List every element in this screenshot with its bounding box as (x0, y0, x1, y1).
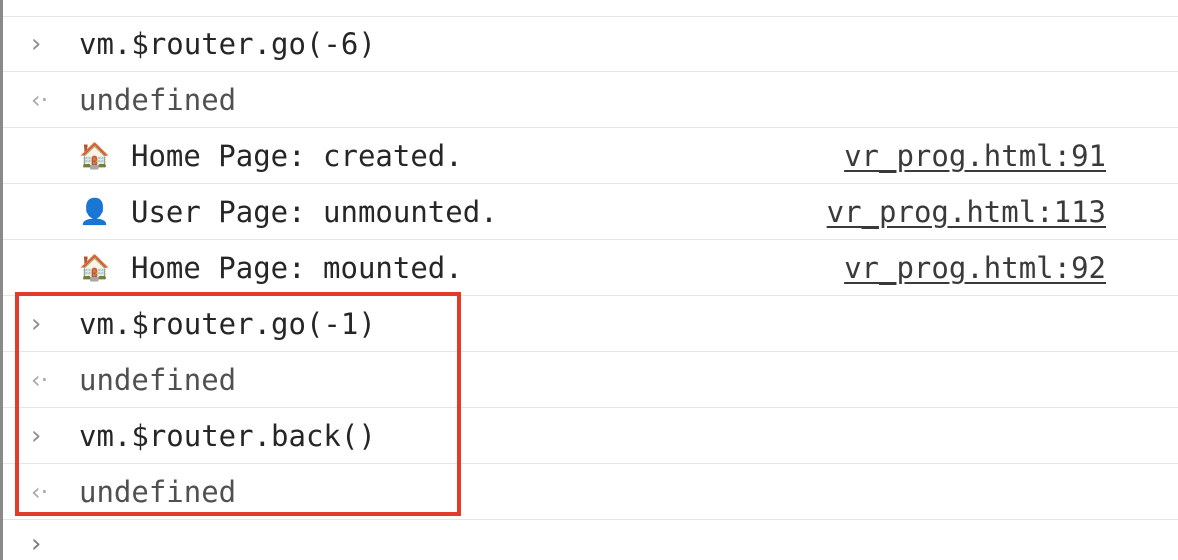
log-message: User Page: unmounted. (131, 195, 498, 229)
result-text: undefined (79, 363, 237, 397)
console-command-row[interactable]: › vm.$router.go(-1) (3, 296, 1178, 352)
console-input-row[interactable]: › (3, 521, 1178, 560)
console-command-row[interactable]: › vm.$router.go(-6) (3, 16, 1178, 72)
log-source-link[interactable]: vr_prog.html:92 (844, 251, 1106, 285)
result-arrow-icon: ‹· (31, 478, 49, 506)
command-prompt-icon: › (31, 309, 42, 339)
console-result-row: ‹· undefined (3, 352, 1178, 408)
result-arrow-icon: ‹· (31, 366, 49, 394)
log-source-link[interactable]: vr_prog.html:91 (844, 139, 1106, 173)
command-text[interactable]: vm.$router.back() (79, 419, 376, 453)
house-emoji-icon: 🏠 (79, 253, 111, 282)
command-prompt-icon: › (31, 29, 42, 59)
console-log-row: 🏠 Home Page: created. vr_prog.html:91 (3, 128, 1178, 184)
result-text: undefined (79, 475, 237, 509)
log-source-link[interactable]: vr_prog.html:113 (827, 195, 1106, 229)
log-message: Home Page: mounted. (131, 251, 463, 285)
clipped-previous-row (3, 0, 1178, 17)
console-result-row: ‹· undefined (3, 72, 1178, 128)
console-log-row: 👤 User Page: unmounted. vr_prog.html:113 (3, 184, 1178, 240)
console-command-row[interactable]: › vm.$router.back() (3, 408, 1178, 464)
input-prompt-icon: › (31, 529, 42, 559)
command-prompt-icon: › (31, 421, 42, 451)
result-text: undefined (79, 83, 237, 117)
user-silhouette-icon: 👤 (79, 197, 111, 226)
devtools-console: › vm.$router.go(-6) ‹· undefined 🏠 Home … (0, 0, 1178, 560)
console-log-row: 🏠 Home Page: mounted. vr_prog.html:92 (3, 240, 1178, 296)
result-arrow-icon: ‹· (31, 86, 49, 114)
command-text[interactable]: vm.$router.go(-6) (79, 27, 376, 61)
house-emoji-icon: 🏠 (79, 141, 111, 170)
command-text[interactable]: vm.$router.go(-1) (79, 307, 376, 341)
log-message: Home Page: created. (131, 139, 463, 173)
console-result-row: ‹· undefined (3, 464, 1178, 520)
